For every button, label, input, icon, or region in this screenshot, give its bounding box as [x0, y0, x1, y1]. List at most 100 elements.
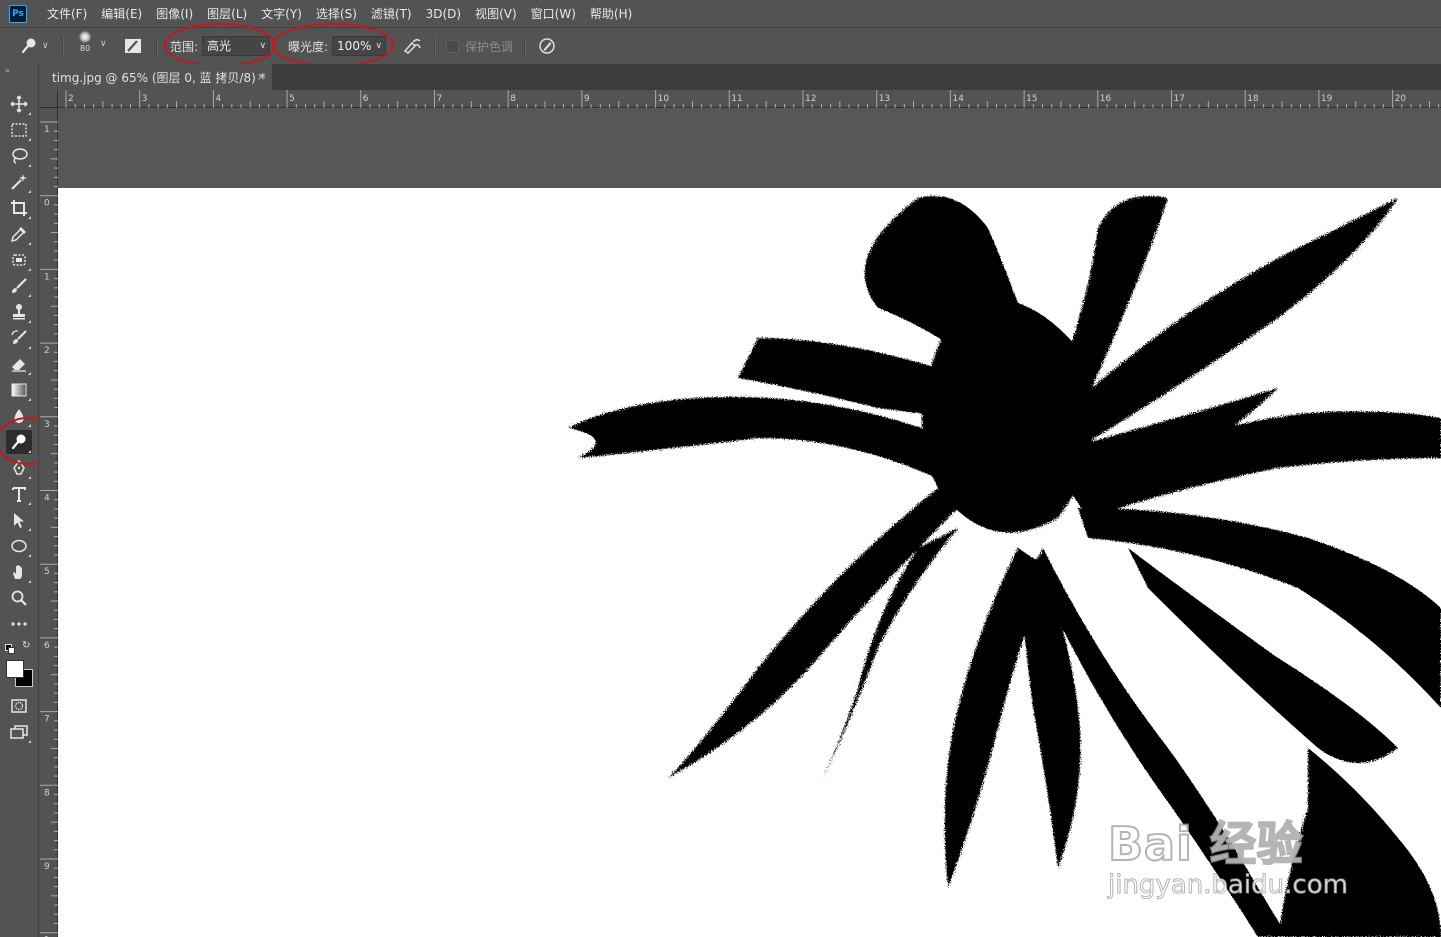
- ruler-label: 5: [44, 567, 50, 577]
- menu-help[interactable]: 帮助(H): [590, 5, 632, 22]
- protect-tones-label: 保护色调: [465, 40, 514, 54]
- document-tab[interactable]: timg.jpg @ 65% (图层 0, 蓝 拷贝/8) * ×: [40, 64, 272, 90]
- screen-mode-button[interactable]: [6, 720, 32, 744]
- crop-icon: [11, 200, 27, 216]
- ruler-label: 4: [215, 94, 221, 104]
- blur-icon: [14, 409, 24, 423]
- ruler-label: 3: [44, 420, 50, 430]
- range-label: 范围:: [170, 39, 199, 54]
- menu-file[interactable]: 文件(F): [47, 5, 87, 22]
- separator: [434, 36, 436, 58]
- ruler-label: 20: [1395, 94, 1407, 104]
- ruler-label: 6: [363, 94, 369, 104]
- zoom-icon: [11, 590, 27, 606]
- panel-collapse-icon[interactable]: »: [5, 66, 10, 75]
- airbrush-icon: [403, 38, 421, 54]
- move-tool[interactable]: [6, 92, 32, 116]
- tool-preset-picker[interactable]: ∨: [20, 37, 49, 55]
- hand-tool[interactable]: [6, 560, 32, 584]
- exposure-label: 曝光度:: [288, 39, 329, 54]
- chevron-down-icon: ∨: [259, 41, 267, 51]
- ruler-label: 3: [142, 94, 148, 104]
- vertical-ruler[interactable]: 101234567891: [40, 108, 58, 937]
- ruler-label: 7: [437, 94, 443, 104]
- ruler-label: 0: [44, 199, 50, 209]
- brush-size-label: 80: [79, 44, 91, 53]
- menu-window[interactable]: 窗口(W): [531, 5, 576, 22]
- ruler-label: 18: [1247, 94, 1259, 104]
- foreground-color-swatch[interactable]: [6, 660, 24, 678]
- exposure-control: 曝光度: 100% ∨: [288, 36, 387, 56]
- dodge-tool[interactable]: [6, 430, 32, 454]
- range-control: 范围: 高光 ∨: [170, 36, 271, 56]
- menu-image[interactable]: 图像(I): [156, 5, 193, 22]
- document-canvas[interactable]: Bai 经验 jingyan.baidu.com: [58, 188, 1441, 937]
- ruler-label: 12: [805, 94, 816, 104]
- healing-brush-tool[interactable]: [6, 248, 32, 272]
- ruler-label: 6: [44, 641, 50, 651]
- dodge-icon: [11, 434, 26, 450]
- menu-3d[interactable]: 3D(D): [426, 7, 461, 21]
- horizontal-ruler[interactable]: 2 3 4 5 6 7 8 9 10 11 12 13 14 15 16 17 18 19 20: [58, 90, 1441, 108]
- swap-colors-icon[interactable]: ↻: [22, 640, 30, 651]
- dodge-tool-preset-icon: [21, 38, 36, 54]
- tools-panel: » ↻: [0, 64, 39, 937]
- exposure-value: 100%: [337, 39, 372, 53]
- menu-edit[interactable]: 编辑(E): [101, 5, 142, 22]
- path-selection-tool[interactable]: [6, 508, 32, 532]
- lasso-tool[interactable]: [6, 144, 32, 168]
- pen-tool[interactable]: [6, 456, 32, 480]
- menu-select[interactable]: 选择(S): [316, 5, 357, 22]
- ruler-label: 16: [1100, 94, 1112, 104]
- screen-mode-icon: [10, 725, 28, 739]
- blur-tool[interactable]: [6, 404, 32, 428]
- pressure-pen-icon: [539, 38, 555, 54]
- eraser-tool[interactable]: [6, 352, 32, 376]
- ellipse-tool[interactable]: [6, 534, 32, 558]
- menu-bar: Ps 文件(F) 编辑(E) 图像(I) 图层(L) 文字(Y) 选择(S) 滤…: [0, 0, 1441, 27]
- document-tab-bar: timg.jpg @ 65% (图层 0, 蓝 拷贝/8) * ×: [40, 64, 1441, 90]
- zoom-tool[interactable]: [6, 586, 32, 610]
- marquee-tool[interactable]: [6, 118, 32, 142]
- watermark-url: jingyan.baidu.com: [1108, 870, 1349, 901]
- ellipse-icon: [11, 539, 27, 553]
- ruler-origin[interactable]: [40, 90, 58, 108]
- protect-tones-checkbox[interactable]: [446, 40, 459, 53]
- range-value: 高光: [207, 39, 232, 53]
- magic-wand-tool[interactable]: [6, 170, 32, 194]
- ruler-label: 19: [1321, 94, 1333, 104]
- quick-mask-button[interactable]: [6, 694, 32, 718]
- ruler-label: 15: [1026, 94, 1037, 104]
- chevron-down-icon: ∨: [42, 41, 49, 51]
- menu-layer[interactable]: 图层(L): [207, 5, 247, 22]
- airbrush-button[interactable]: [402, 37, 422, 55]
- close-icon[interactable]: ×: [257, 70, 266, 83]
- baidu-jingyan-watermark: Bai 经验 jingyan.baidu.com: [1107, 808, 1438, 918]
- brush-settings-button[interactable]: [124, 37, 142, 55]
- pressure-size-button[interactable]: [538, 37, 556, 55]
- magic-wand-icon: [11, 174, 27, 190]
- eraser-icon: [12, 359, 26, 372]
- history-brush-icon: [11, 330, 27, 344]
- gradient-tool[interactable]: [6, 378, 32, 402]
- brush-tool[interactable]: [6, 274, 32, 298]
- menu-filter[interactable]: 滤镜(T): [371, 5, 412, 22]
- exposure-input[interactable]: 100% ∨: [332, 36, 387, 56]
- move-icon: [10, 95, 28, 113]
- menu-type[interactable]: 文字(Y): [261, 5, 302, 22]
- chevron-down-icon[interactable]: ∨: [100, 39, 107, 49]
- menu-view[interactable]: 视图(V): [475, 5, 517, 22]
- brush-preset-picker[interactable]: 80: [76, 31, 94, 53]
- stamp-icon: [13, 304, 25, 320]
- type-tool[interactable]: [6, 482, 32, 506]
- more-tools-button[interactable]: [6, 612, 32, 636]
- eyedropper-tool[interactable]: [6, 222, 32, 246]
- range-select[interactable]: 高光 ∨: [202, 36, 271, 56]
- default-colors-icon[interactable]: [5, 644, 15, 654]
- protect-tones-option: 保护色调: [446, 38, 513, 55]
- soft-brush-icon: [79, 31, 91, 43]
- crop-tool[interactable]: [6, 196, 32, 220]
- clone-stamp-tool[interactable]: [6, 300, 32, 324]
- separator: [156, 36, 158, 58]
- history-brush-tool[interactable]: [6, 326, 32, 350]
